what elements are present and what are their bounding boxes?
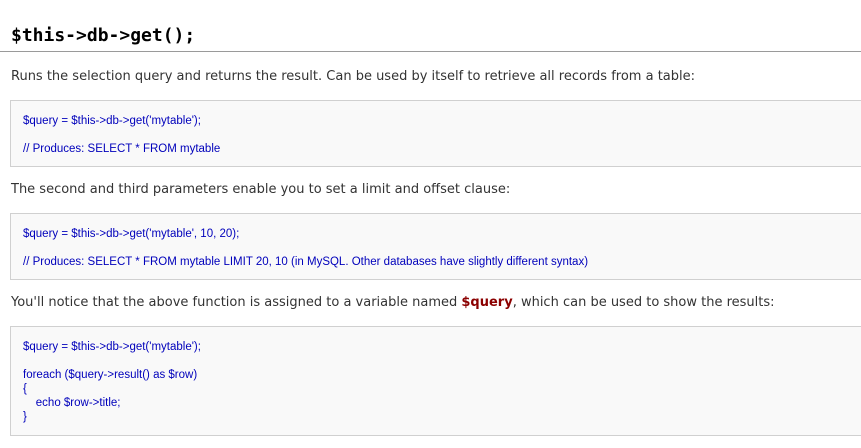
code-line: $query = $this->db->get('mytable'); — [23, 115, 201, 127]
inline-code-variable: $query — [461, 295, 513, 310]
limit-offset-paragraph: The second and third parameters enable y… — [11, 182, 511, 197]
code-example-basic: $query = $this->db->get('mytable'); // P… — [10, 100, 861, 167]
heading-divider — [0, 51, 861, 52]
code-example-limit: $query = $this->db->get('mytable', 10, 2… — [10, 213, 861, 280]
function-heading: $this->db->get(); — [11, 25, 196, 46]
paragraph-text: , which can be used to show the results: — [512, 295, 775, 310]
code-line: { — [23, 383, 27, 395]
code-line: } — [23, 411, 27, 423]
code-line: $query = $this->db->get('mytable', 10, 2… — [23, 228, 240, 240]
result-variable-paragraph: You'll notice that the above function is… — [11, 294, 775, 312]
paragraph-text: You'll notice that the above function is… — [11, 295, 462, 310]
code-line: echo $row->title; — [23, 397, 121, 409]
documentation-page: $this->db->get(); Runs the selection que… — [0, 0, 861, 448]
code-line: foreach ($query->result() as $row) — [23, 369, 198, 381]
code-example-foreach: $query = $this->db->get('mytable'); fore… — [10, 326, 861, 436]
code-line: $query = $this->db->get('mytable'); — [23, 341, 201, 353]
code-comment: // Produces: SELECT * FROM mytable — [23, 143, 221, 155]
code-comment: // Produces: SELECT * FROM mytable LIMIT… — [23, 256, 589, 268]
description-paragraph: Runs the selection query and returns the… — [11, 69, 696, 84]
